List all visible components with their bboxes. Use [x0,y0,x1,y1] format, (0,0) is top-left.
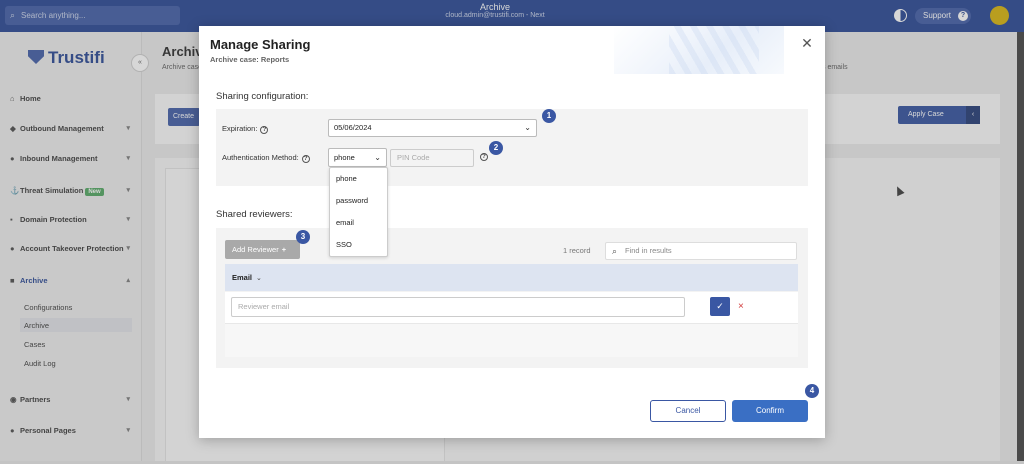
step-badge-1: 1 [542,109,556,123]
chevron-down-icon: ⌄ [524,123,531,132]
cancel-button[interactable]: Cancel [650,400,726,422]
auth-method-label: Authentication Method:? [222,153,310,163]
shared-reviewers-heading: Shared reviewers: [216,209,293,220]
step-badge-3: 3 [296,230,310,244]
scrollbar-track[interactable] [1017,32,1024,464]
dropdown-option-email[interactable]: email [330,212,387,234]
table-empty-row [225,323,798,357]
confirm-button[interactable]: Confirm [732,400,808,422]
auth-method-label-text: Authentication Method: [222,153,299,162]
column-email-label: Email [232,273,253,282]
header-decoration-pattern [669,26,759,74]
expiration-value: 05/06/2024 [334,123,372,132]
manage-sharing-dialog: Manage Sharing Archive case: Reports ✕ S… [199,26,825,438]
add-reviewer-button[interactable]: Add Reviewer + [225,240,300,259]
sharing-config-heading: Sharing configuration: [216,91,309,102]
column-header-email[interactable]: Email ⌄ [232,273,262,282]
help-icon[interactable]: ? [301,155,310,163]
expiration-label-text: Expiration: [222,124,258,133]
confirm-row-button[interactable]: ✓ [710,297,730,316]
dialog-title: Manage Sharing [210,37,311,52]
auth-method-dropdown: phone password email SSO [329,167,388,257]
step-badge-2: 2 [489,141,503,155]
expiration-select[interactable]: 05/06/2024 ⌄ [328,119,537,137]
chevron-down-icon: ⌄ [374,153,381,162]
help-icon[interactable]: ? [260,126,269,134]
record-count: 1 record [563,246,591,255]
dropdown-option-sso[interactable]: SSO [330,234,387,256]
search-icon: ⌕ [612,246,618,256]
reviewers-table-header: Email ⌄ [225,264,798,291]
step-badge-4: 4 [805,384,819,398]
add-reviewer-label: Add Reviewer [232,245,279,254]
expiration-label: Expiration:? [222,124,269,134]
plus-icon: + [281,245,287,254]
dropdown-option-phone[interactable]: phone [330,168,387,190]
auth-method-select[interactable]: phone ⌄ [328,148,387,167]
find-in-results-input[interactable]: ⌕ Find in results [605,242,797,260]
table-row: Reviewer email ✓ × [225,292,798,323]
auth-method-value: phone [334,153,355,162]
chevron-down-icon: ⌄ [256,275,262,282]
dialog-subtitle: Archive case: Reports [210,55,290,64]
remove-row-icon[interactable]: × [738,298,744,315]
help-icon[interactable]: ? [480,153,488,161]
reviewer-email-input[interactable]: Reviewer email [231,297,685,317]
pin-code-input[interactable]: PIN Code [390,149,474,167]
find-placeholder: Find in results [625,246,672,255]
close-icon[interactable]: ✕ [800,36,814,50]
dropdown-option-password[interactable]: password [330,190,387,212]
